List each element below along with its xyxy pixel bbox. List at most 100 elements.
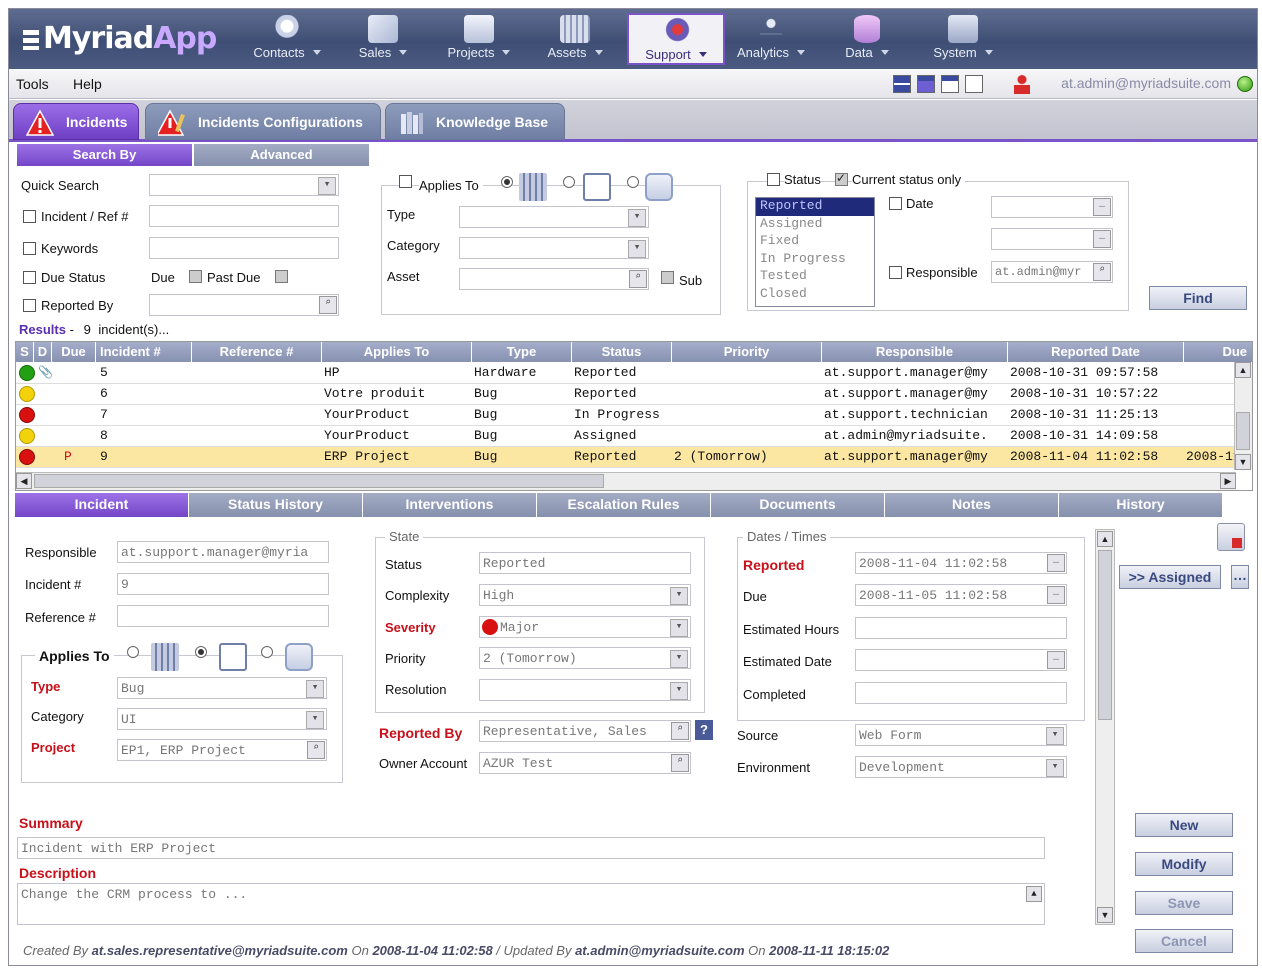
summary-field[interactable]: Incident with ERP Project xyxy=(17,837,1045,859)
status-option[interactable]: Closed xyxy=(756,286,874,304)
nav-projects[interactable]: Projects xyxy=(431,13,527,65)
status-options-button[interactable]: … xyxy=(1231,565,1249,589)
status-field[interactable]: Reported xyxy=(479,552,691,574)
search-icon[interactable]: ⌕ xyxy=(671,722,689,740)
nav-contacts[interactable]: Contacts xyxy=(239,13,335,65)
print-pdf-icon[interactable] xyxy=(1217,523,1245,551)
scroll-thumb[interactable] xyxy=(34,474,604,488)
date-checkbox[interactable] xyxy=(889,197,902,210)
find-button[interactable]: Find xyxy=(1149,286,1247,310)
status-option[interactable]: Assigned xyxy=(756,216,874,234)
category-select[interactable] xyxy=(459,237,649,259)
status-option[interactable]: Fixed xyxy=(756,233,874,251)
reported-by-input[interactable]: ⌕ xyxy=(149,294,339,316)
priority-select[interactable]: 2 (Tomorrow) xyxy=(479,647,691,669)
source-select[interactable]: Web Form xyxy=(855,724,1067,746)
scroll-up-icon[interactable]: ▲ xyxy=(1235,362,1251,378)
search-icon[interactable]: ⌕ xyxy=(1093,263,1111,281)
table-row-selected[interactable]: P 9 ERP Project Bug Reported 2 (Tomorrow… xyxy=(16,447,1236,468)
column-header[interactable]: Applies To xyxy=(322,342,472,362)
nav-sales[interactable]: Sales xyxy=(335,13,431,65)
reported-date-field[interactable]: 2008-11-04 11:02:58… xyxy=(855,552,1067,574)
applies-to-product-radio[interactable] xyxy=(261,646,273,658)
due-checkbox[interactable] xyxy=(189,270,202,283)
reported-by-checkbox[interactable] xyxy=(23,299,36,312)
applies-to-project-radio[interactable] xyxy=(563,176,575,188)
incident-ref-input[interactable] xyxy=(149,205,339,227)
estimated-hours-field[interactable] xyxy=(855,617,1067,639)
scroll-right-icon[interactable]: ▶ xyxy=(1220,473,1236,489)
category-select[interactable]: UI xyxy=(117,708,327,730)
status-checkbox[interactable] xyxy=(767,173,780,186)
reported-by-field[interactable]: Representative, Sales ⌕ xyxy=(479,720,691,742)
column-header[interactable]: Type xyxy=(472,342,572,362)
tab-escalation-rules[interactable]: Escalation Rules xyxy=(537,493,711,517)
date-to-input[interactable]: … xyxy=(991,228,1113,250)
quick-search-select[interactable] xyxy=(149,174,339,196)
detail-scrollbar[interactable]: ▲ ▼ xyxy=(1095,529,1115,925)
search-icon[interactable]: ⌕ xyxy=(629,270,647,288)
column-header[interactable]: Status xyxy=(572,342,672,362)
keywords-input[interactable] xyxy=(149,237,339,259)
complexity-select[interactable]: High xyxy=(479,584,691,606)
type-select[interactable]: Bug xyxy=(117,677,327,699)
column-header[interactable]: Reference # xyxy=(192,342,322,362)
assign-status-button[interactable]: >> Assigned xyxy=(1119,565,1221,589)
completed-field[interactable] xyxy=(855,682,1067,704)
layout-split-horizontal-icon[interactable] xyxy=(893,75,911,93)
scroll-left-icon[interactable]: ◀ xyxy=(16,473,32,489)
status-option[interactable]: In Progress xyxy=(756,251,874,269)
applies-to-product-radio[interactable] xyxy=(627,176,639,188)
scroll-up-icon[interactable]: ▲ xyxy=(1026,886,1042,902)
asset-input[interactable]: ⌕ xyxy=(459,268,649,290)
responsible-field[interactable]: at.support.manager@myria xyxy=(117,541,329,563)
column-header[interactable]: Incident # xyxy=(96,342,192,362)
logged-in-user[interactable]: at.admin@myriadsuite.com xyxy=(1061,75,1231,91)
scroll-down-icon[interactable]: ▼ xyxy=(1097,907,1113,923)
tab-notes[interactable]: Notes xyxy=(885,493,1059,517)
severity-select[interactable]: Major xyxy=(479,616,691,638)
date-from-input[interactable]: … xyxy=(991,196,1113,218)
scroll-thumb[interactable] xyxy=(1236,412,1250,450)
incident-number-field[interactable]: 9 xyxy=(117,573,329,595)
layout-blank-icon[interactable] xyxy=(965,75,983,93)
type-select[interactable] xyxy=(459,206,649,228)
new-button[interactable]: New xyxy=(1135,813,1233,837)
sub-checkbox[interactable] xyxy=(661,271,674,284)
applies-to-checkbox[interactable] xyxy=(399,175,412,188)
tab-incidents-configurations[interactable]: Incidents Configurations xyxy=(145,103,381,140)
owner-account-field[interactable]: AZUR Test ⌕ xyxy=(479,752,691,774)
table-row[interactable]: 7 YourProduct Bug In Progress at.support… xyxy=(16,405,1236,426)
reference-number-field[interactable] xyxy=(117,605,329,627)
project-field[interactable]: EP1, ERP Project ⌕ xyxy=(117,739,327,761)
tab-incident[interactable]: Incident xyxy=(15,493,189,517)
column-header[interactable]: Reported Date xyxy=(1008,342,1184,362)
column-header[interactable]: Due xyxy=(52,342,96,362)
scroll-up-icon[interactable]: ▲ xyxy=(1097,531,1113,547)
current-status-only-checkbox[interactable] xyxy=(835,171,848,186)
menu-tools[interactable]: Tools xyxy=(16,76,49,92)
table-row[interactable]: 8 YourProduct Bug Assigned at.admin@myri… xyxy=(16,426,1236,447)
status-option[interactable]: Tested xyxy=(756,268,874,286)
grid-horizontal-scrollbar[interactable]: ◀ ▶ xyxy=(16,472,1236,490)
applies-to-asset-radio[interactable] xyxy=(501,176,513,188)
search-icon[interactable]: ⌕ xyxy=(319,296,337,314)
column-header[interactable]: D xyxy=(34,342,52,362)
cancel-button[interactable]: Cancel xyxy=(1135,929,1233,953)
incident-ref-checkbox[interactable] xyxy=(23,210,36,223)
table-row[interactable]: 📎 5 HP Hardware Reported at.support.mana… xyxy=(16,363,1236,384)
menu-help[interactable]: Help xyxy=(73,76,102,92)
nav-analytics[interactable]: Analytics xyxy=(723,13,819,65)
resolution-select[interactable] xyxy=(479,679,691,701)
calendar-icon[interactable]: … xyxy=(1047,651,1065,669)
nav-system[interactable]: System xyxy=(915,13,1011,65)
column-header[interactable]: Responsible xyxy=(822,342,1008,362)
estimated-date-field[interactable]: … xyxy=(855,649,1067,671)
scroll-thumb[interactable] xyxy=(1098,550,1112,720)
responsible-checkbox[interactable] xyxy=(889,266,902,279)
tab-interventions[interactable]: Interventions xyxy=(363,493,537,517)
search-icon[interactable]: ⌕ xyxy=(307,741,325,759)
tab-status-history[interactable]: Status History xyxy=(189,493,363,517)
status-listbox[interactable]: Reported Assigned Fixed In Progress Test… xyxy=(755,197,875,307)
layout-header-icon[interactable] xyxy=(941,75,959,93)
